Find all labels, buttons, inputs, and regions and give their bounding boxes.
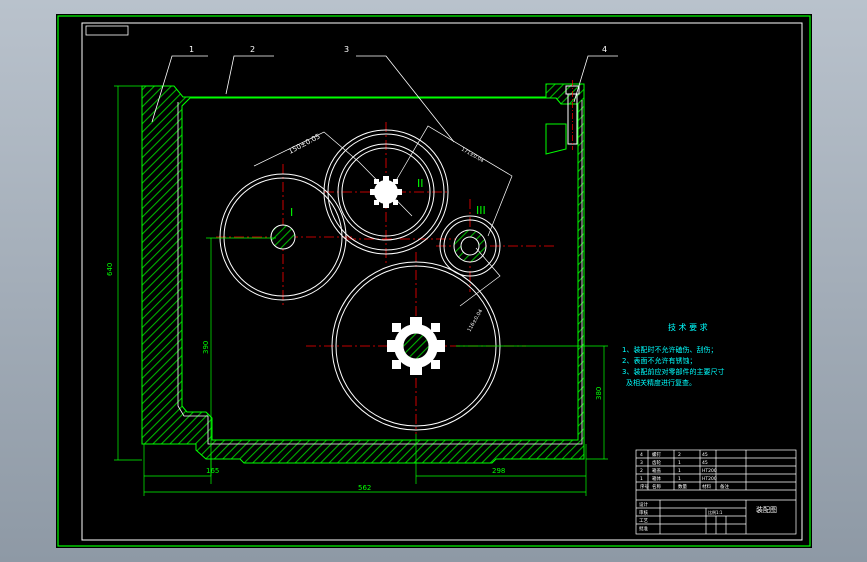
balloon-2: 2 — [250, 45, 255, 54]
title-block-sign-label: 设计 — [639, 501, 648, 508]
title-block-scale: 比例1:1 — [708, 509, 723, 515]
title-block-sign-label: 审核 — [639, 509, 648, 516]
drawing-sheet: 150±0.05 171±0.04 116±0.04 I II III 1 2 … — [56, 14, 812, 548]
spline-hub-2 — [370, 176, 402, 208]
bolt-boss — [545, 123, 567, 155]
tech-req-item-1: 1、装配时不允许磕伤、刮伤； — [622, 345, 717, 354]
tech-req-item-2: 2、表面不允许有锈蚀； — [622, 356, 696, 365]
title-block-cell: 4 — [640, 452, 643, 458]
tech-req-title: 技 术 要 求 — [668, 322, 708, 332]
spline-hub-output — [387, 317, 445, 375]
dim-right-height: 380 — [595, 387, 603, 400]
title-block-drawing-name: 装配图 — [756, 505, 777, 514]
title-block-header-cell: 序号 — [640, 483, 649, 490]
title-block-cell: 3 — [640, 460, 643, 466]
balloon-1: 1 — [189, 45, 194, 54]
title-block-header-cell: 数量 — [678, 483, 687, 490]
shaft-label-1: I — [290, 206, 293, 219]
shaft-label-2: II — [417, 177, 424, 190]
title-block-cell: 1 — [678, 460, 681, 466]
dim-mid-height: 390 — [202, 341, 210, 354]
title-block-cell: 箱盖 — [652, 467, 661, 474]
cad-viewport[interactable]: 150±0.05 171±0.04 116±0.04 I II III 1 2 … — [0, 0, 867, 562]
cavity-outline — [181, 97, 579, 441]
title-block-cell: 2 — [678, 452, 681, 458]
title-block-cell: 齿轮 — [652, 459, 661, 466]
title-block-cell: 1 — [678, 476, 681, 482]
title-block-cell: 1 — [640, 476, 643, 482]
title-block-header-cell: 名称 — [652, 483, 661, 490]
title-block-sign-labels: 设计审核工艺批准 — [639, 501, 648, 532]
title-block-cell: 螺钉 — [652, 451, 661, 458]
title-block-sign-label: 工艺 — [639, 518, 648, 524]
title-block-rows: 4 螺钉 2 45 3 齿轮 1 45 2 箱盖 1 HT200 1 箱体 1 HT200 — [640, 451, 717, 482]
balloon-3: 3 — [344, 45, 349, 54]
title-block-header-cell: 材料 — [702, 483, 711, 490]
title-block-cell: 箱体 — [652, 475, 661, 482]
dim-bottom-right: 298 — [492, 467, 505, 475]
shaft-label-3: III — [476, 204, 486, 217]
title-block-cell: 45 — [702, 452, 708, 458]
title-block-cell: HT200 — [702, 468, 717, 474]
tech-req-item-3: 3、装配前应对零部件的主要尺寸 — [622, 367, 724, 376]
title-block-cell: 2 — [640, 468, 643, 474]
tech-req-item-4: 及相关精度进行复查。 — [626, 378, 696, 387]
title-block-sign-label: 批准 — [639, 525, 648, 532]
assembly-drawing: 150±0.05 171±0.04 116±0.04 I II III 1 2 … — [57, 15, 811, 547]
title-block-cell: 45 — [702, 460, 708, 466]
dim-overall-height: 640 — [106, 263, 114, 276]
balloon-4: 4 — [602, 45, 607, 54]
dim-overall-width: 562 — [358, 484, 371, 492]
title-block-cell: HT200 — [702, 476, 717, 482]
dim-bottom-left: 165 — [206, 467, 219, 475]
code-box — [85, 25, 129, 36]
title-block-header-cell: 备注 — [720, 483, 729, 490]
title-block-cell: 1 — [678, 468, 681, 474]
